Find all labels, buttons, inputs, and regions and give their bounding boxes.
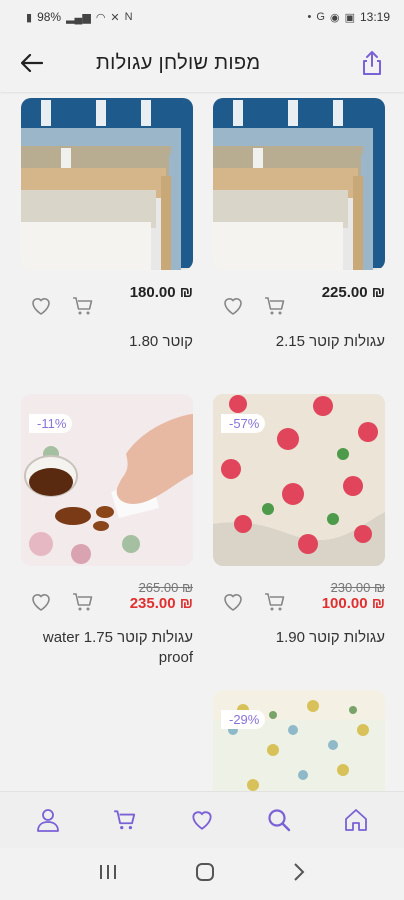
nav-home[interactable] [336, 800, 376, 840]
home-icon [344, 809, 367, 831]
home-circle-icon [195, 862, 214, 881]
cart-icon[interactable] [71, 294, 95, 318]
chevron-right-icon [293, 862, 305, 881]
heart-icon[interactable] [29, 590, 53, 614]
back-system-button[interactable] [292, 862, 306, 887]
heart-icon [192, 811, 212, 830]
product-name[interactable]: עגולות קוטר 2.15 [213, 332, 385, 352]
battery-icon: ▮ [26, 11, 33, 24]
google-icon: G [316, 11, 325, 23]
product-grid: 225.00 ₪ עגולות קוטר 2.15 180.00 ₪ קוטר … [0, 92, 404, 791]
heart-icon[interactable] [29, 294, 53, 318]
app-bar: מפות שולחן עגולות [0, 34, 404, 92]
clock: 13:19 [359, 10, 390, 24]
wifi-icon: ◠ [95, 11, 106, 24]
discount-badge: -57% [221, 414, 266, 433]
product-name[interactable]: קוטר 1.80 [21, 332, 193, 352]
notification-dot-icon: • [307, 11, 312, 23]
product-card[interactable]: -29% [213, 690, 385, 791]
product-image[interactable]: -57% [213, 394, 385, 566]
product-card[interactable]: -11% 265.00 ₪ 235.00 ₪ עגולות קוטר 1.75 … [21, 394, 193, 666]
product-price: 225.00 ₪ [321, 284, 385, 301]
product-sale-price: 235.00 ₪ [129, 595, 193, 612]
discount-badge: -29% [221, 710, 266, 729]
recents-icon [100, 864, 117, 879]
cart-icon [114, 810, 136, 830]
product-name[interactable]: עגולות קוטר 1.90 [213, 628, 385, 648]
recent-apps-button[interactable] [98, 863, 118, 886]
search-icon [268, 809, 290, 832]
heart-icon[interactable] [221, 294, 245, 318]
arrow-left-icon [21, 54, 43, 72]
home-system-button[interactable] [195, 862, 215, 887]
product-old-price: 230.00 ₪ [330, 580, 385, 595]
cart-icon[interactable] [263, 590, 287, 614]
product-image[interactable]: -11% [21, 394, 193, 566]
product-image[interactable]: -29% [213, 690, 385, 791]
product-card[interactable]: 180.00 ₪ קוטר 1.80 [21, 98, 193, 350]
cart-icon[interactable] [71, 590, 95, 614]
nav-profile[interactable] [28, 800, 68, 840]
product-card[interactable]: -57% 230.00 ₪ 100.00 ₪ עגולות קוטר 1.90 [213, 394, 385, 646]
user-icon [37, 809, 60, 832]
nav-favorites[interactable] [182, 800, 222, 840]
product-name[interactable]: עגולות קוטר 1.75 water proof [21, 628, 193, 668]
back-button[interactable] [14, 45, 50, 81]
product-old-price: 265.00 ₪ [138, 580, 193, 595]
heart-icon[interactable] [221, 590, 245, 614]
product-image[interactable] [21, 98, 193, 270]
battery-level: 98% [37, 10, 62, 24]
nav-cart[interactable] [105, 800, 145, 840]
product-sale-price: 100.00 ₪ [321, 595, 385, 612]
nav-search[interactable] [259, 800, 299, 840]
system-navigation-bar [0, 848, 404, 900]
status-bar: ▮ 98% ▂▄▆ ◠ ✕ N • G ◉ ▣ 13:19 [0, 0, 404, 34]
product-price: 180.00 ₪ [129, 284, 193, 301]
gallery-icon: ▣ [344, 11, 355, 24]
signal-icon: ▂▄▆ [66, 11, 91, 24]
app-icon: ◉ [329, 11, 340, 24]
nfc-icon: N [124, 11, 133, 23]
product-card[interactable]: 225.00 ₪ עגולות קוטר 2.15 [213, 98, 385, 350]
bottom-navigation [0, 791, 404, 848]
share-button[interactable] [358, 48, 386, 78]
mute-icon: ✕ [110, 11, 120, 24]
cart-icon[interactable] [263, 294, 287, 318]
share-icon [363, 51, 381, 75]
page-title: מפות שולחן עגולות [96, 51, 261, 74]
product-image[interactable] [213, 98, 385, 270]
discount-badge: -11% [29, 414, 73, 433]
